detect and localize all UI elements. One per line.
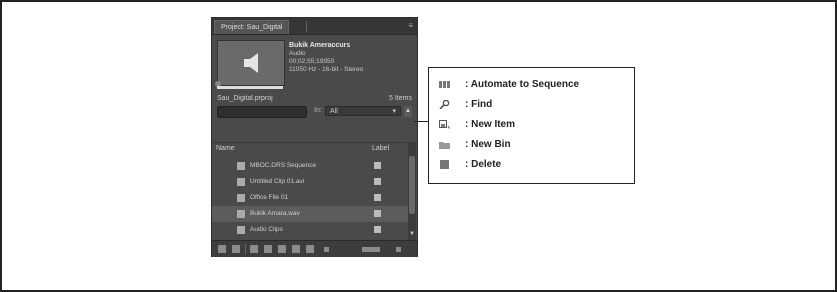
speaker-icon (244, 53, 258, 73)
in-label: In: (314, 107, 322, 114)
column-header: Name Label (212, 142, 407, 154)
list-item-name: MBOC.DRS Sequence (250, 162, 317, 169)
scroll-up-button[interactable]: ▲ (404, 106, 412, 117)
legend-label: : Find (465, 99, 493, 110)
tab-project[interactable]: Project: Sau_Digital (214, 20, 290, 34)
list-item[interactable]: MBOC.DRS Sequence (212, 158, 408, 174)
chevron-down-icon: ▾ (392, 108, 396, 115)
find-icon[interactable] (264, 245, 272, 253)
clip-time: 00;02;55;19950 (289, 58, 335, 65)
scroll-right-icon[interactable] (396, 247, 401, 252)
legend-label: : Delete (465, 159, 502, 170)
new-item-icon (439, 120, 450, 129)
project-panel: Project: Sau_Digital ≡ Bukik Ameraccurs … (211, 17, 418, 257)
list-item-name: Office File 01 (250, 194, 289, 201)
item-list: MBOC.DRS Sequence Untitled Clip 01.avi O… (212, 158, 408, 238)
in-dropdown-value: All (330, 108, 338, 115)
icon-legend: : Automate to Sequence : Find : New Item… (428, 67, 635, 184)
search-row: In: All ▾ ▲ (217, 106, 412, 118)
folder-icon (237, 226, 245, 234)
clip-info: Bukik Ameraccurs Audio 00;02;55;19950 11… (289, 42, 414, 74)
label-swatch (374, 226, 381, 233)
sequence-icon (237, 162, 245, 170)
column-label[interactable]: Label (372, 143, 389, 154)
icon-view-icon[interactable] (232, 245, 240, 253)
legend-label: : New Item (465, 119, 516, 130)
automate-to-sequence-icon (439, 81, 450, 88)
project-file-row: Sau_Digital.prproj 5 Items (217, 94, 412, 104)
label-swatch (374, 162, 381, 169)
list-item-name: Untitled Clip 01.avi (250, 178, 305, 185)
list-item[interactable]: Untitled Clip 01.avi (212, 174, 408, 190)
delete-icon (440, 160, 449, 169)
column-name[interactable]: Name (216, 143, 235, 154)
callout-connector (414, 121, 428, 122)
find-icon (439, 100, 450, 109)
preview-scrubber[interactable] (217, 86, 283, 89)
clip-preview-thumbnail (215, 40, 285, 87)
list-item[interactable]: Bukik Amara.wav (212, 206, 408, 222)
horizontal-scrollbar[interactable] (362, 247, 380, 252)
panel-titlebar: Project: Sau_Digital ≡ (212, 18, 417, 35)
panel-menu-icon[interactable]: ≡ (408, 21, 413, 30)
in-dropdown[interactable]: All ▾ (325, 106, 401, 116)
legend-label: : New Bin (465, 139, 511, 150)
vertical-scrollbar[interactable]: ▼ (408, 142, 416, 240)
audio-clip-icon (237, 210, 245, 218)
scrollbar-thumb[interactable] (409, 156, 415, 214)
list-item-name: Audio Clips (250, 226, 283, 233)
legend-label: : Automate to Sequence (465, 79, 580, 90)
list-item-name: Bukik Amara.wav (250, 210, 300, 217)
tab-separator (306, 21, 307, 32)
scroll-left-icon[interactable] (324, 247, 329, 252)
toolbar-divider (245, 244, 246, 254)
label-swatch (374, 210, 381, 217)
automate-to-sequence-icon[interactable] (250, 245, 258, 253)
video-clip-icon (237, 178, 245, 186)
panel-toolbar (212, 240, 417, 257)
tab-project-label: Project: Sau_Digital (221, 24, 283, 31)
clip-name: Bukik Ameraccurs (289, 42, 351, 49)
project-file-name: Sau_Digital.prproj (217, 95, 273, 102)
list-view-icon[interactable] (218, 245, 226, 253)
new-bin-icon[interactable] (278, 245, 286, 253)
label-swatch (374, 178, 381, 185)
clip-type: Audio (289, 50, 306, 57)
label-swatch (374, 194, 381, 201)
list-item[interactable]: Office File 01 (212, 190, 408, 206)
new-bin-icon (439, 142, 450, 149)
search-input[interactable] (217, 106, 307, 118)
new-item-icon[interactable] (292, 245, 300, 253)
item-count: 5 Items (389, 95, 412, 102)
list-item[interactable]: Audio Clips (212, 222, 408, 238)
figure-frame (0, 0, 837, 292)
file-icon (237, 194, 245, 202)
delete-icon[interactable] (306, 245, 314, 253)
clip-details: 11050 Hz - 16-bit - Stereo (289, 66, 364, 73)
scroll-down-button[interactable]: ▼ (408, 231, 416, 237)
